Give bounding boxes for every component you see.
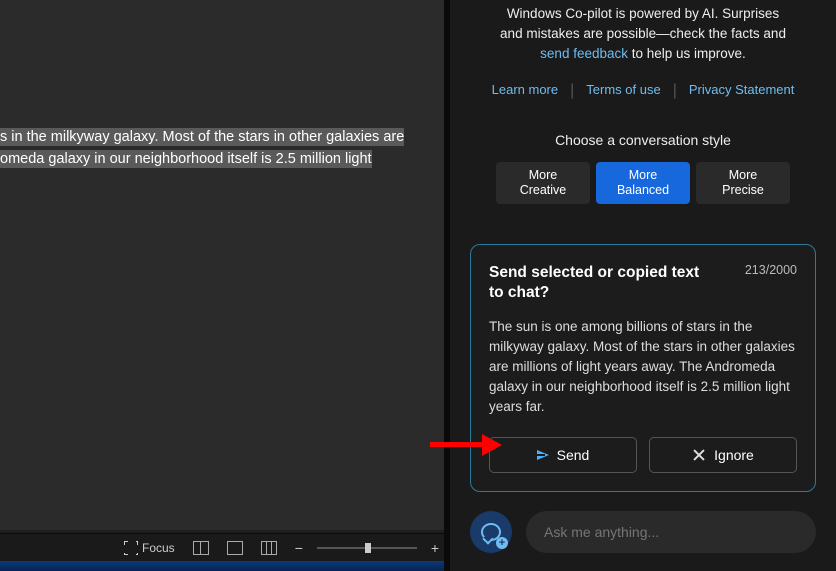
- send-feedback-link[interactable]: send feedback: [540, 46, 628, 61]
- ai-notice-text: Windows Co-pilot is powered by AI. Surpr…: [507, 6, 779, 21]
- style-label-top: More: [529, 168, 557, 183]
- input-row: +: [470, 511, 816, 553]
- card-actions: Send Ignore: [489, 437, 797, 473]
- selected-text-line: s in the milkyway galaxy. Most of the st…: [0, 128, 404, 146]
- focus-button[interactable]: Focus: [120, 539, 179, 557]
- style-precise-button[interactable]: More Precise: [696, 162, 790, 204]
- ai-notice-tail: to help us improve.: [628, 46, 746, 61]
- ignore-button[interactable]: Ignore: [649, 437, 797, 473]
- style-creative-button[interactable]: More Creative: [496, 162, 590, 204]
- view-web-layout[interactable]: [257, 539, 281, 557]
- zoom-out-button[interactable]: −: [291, 540, 307, 556]
- send-label: Send: [557, 447, 590, 463]
- send-icon: [537, 450, 549, 460]
- terms-link[interactable]: Terms of use: [574, 82, 672, 100]
- close-icon: [692, 448, 706, 462]
- card-body-text: The sun is one among billions of stars i…: [489, 317, 797, 417]
- style-label-bot: Balanced: [617, 183, 669, 198]
- links-row: Learn more | Terms of use | Privacy Stat…: [470, 82, 816, 100]
- zoom-in-button[interactable]: +: [427, 540, 443, 556]
- read-mode-icon: [193, 541, 209, 555]
- style-heading: Choose a conversation style: [470, 132, 816, 148]
- view-print-layout[interactable]: [223, 539, 247, 557]
- char-count: 213/2000: [745, 263, 797, 277]
- status-bar: Focus − +: [0, 533, 444, 561]
- learn-more-link[interactable]: Learn more: [480, 82, 570, 100]
- selected-text[interactable]: s in the milkyway galaxy. Most of the st…: [0, 126, 412, 170]
- print-layout-icon: [227, 541, 243, 555]
- style-label-bot: Precise: [722, 183, 764, 198]
- style-label-top: More: [729, 168, 757, 183]
- style-balanced-button[interactable]: More Balanced: [596, 162, 690, 204]
- card-header: Send selected or copied text to chat? 21…: [489, 263, 797, 303]
- zoom-thumb[interactable]: [365, 543, 371, 553]
- view-read-mode[interactable]: [189, 539, 213, 557]
- new-chat-button[interactable]: +: [470, 511, 512, 553]
- selected-text-line: omeda galaxy in our neighborhood itself …: [0, 150, 372, 168]
- ask-input[interactable]: [526, 511, 816, 553]
- ai-notice: Windows Co-pilot is powered by AI. Surpr…: [470, 4, 816, 64]
- card-title: Send selected or copied text to chat?: [489, 263, 709, 303]
- copilot-pane: Windows Co-pilot is powered by AI. Surpr…: [450, 0, 836, 571]
- focus-icon: [124, 541, 138, 555]
- document-area[interactable]: s in the milkyway galaxy. Most of the st…: [0, 0, 444, 530]
- style-label-bot: Creative: [520, 183, 567, 198]
- plus-icon: +: [496, 537, 508, 549]
- style-label-top: More: [629, 168, 657, 183]
- send-to-chat-card: Send selected or copied text to chat? 21…: [470, 244, 816, 492]
- privacy-link[interactable]: Privacy Statement: [677, 82, 807, 100]
- web-layout-icon: [261, 541, 277, 555]
- ignore-label: Ignore: [714, 447, 754, 463]
- style-buttons: More Creative More Balanced More Precise: [470, 162, 816, 204]
- send-button[interactable]: Send: [489, 437, 637, 473]
- zoom-slider[interactable]: [317, 547, 417, 549]
- document-pane: s in the milkyway galaxy. Most of the st…: [0, 0, 444, 571]
- focus-label: Focus: [142, 541, 175, 555]
- ai-notice-text: and mistakes are possible—check the fact…: [500, 26, 786, 41]
- taskbar: [0, 561, 444, 571]
